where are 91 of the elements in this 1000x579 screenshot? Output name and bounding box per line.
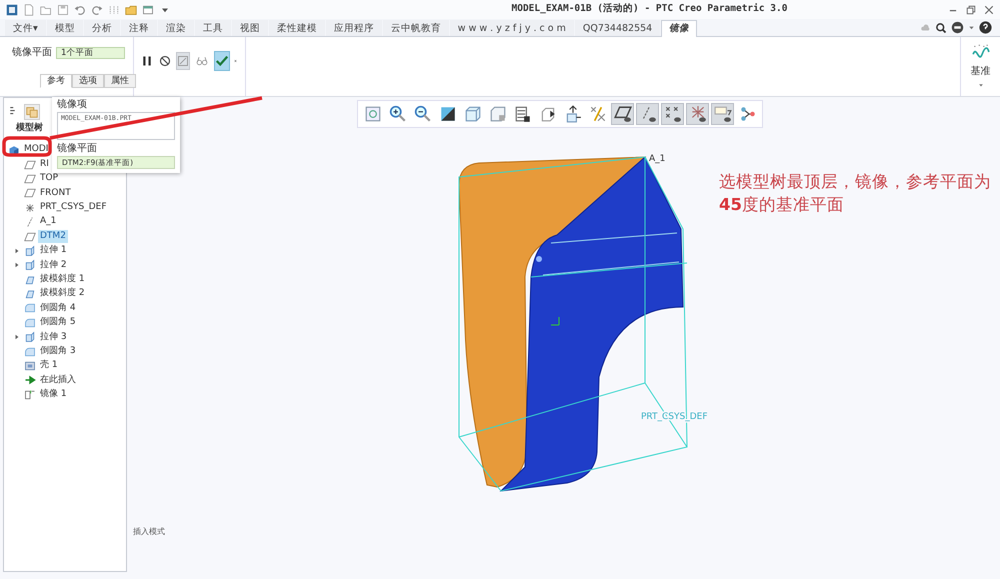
glasses-icon[interactable] bbox=[195, 55, 209, 67]
insert-arrow-icon bbox=[24, 374, 36, 386]
round-icon bbox=[24, 346, 36, 358]
close-icon[interactable] bbox=[984, 4, 994, 14]
datum-plane-icon bbox=[24, 230, 36, 243]
stop-icon[interactable] bbox=[159, 55, 171, 67]
tree-item[interactable]: 在此插入 bbox=[38, 374, 78, 388]
ribbon-tab[interactable]: 工具 bbox=[194, 20, 231, 36]
panel-title: 模型树 bbox=[14, 122, 43, 135]
point-display-button[interactable] bbox=[661, 103, 684, 125]
help-icon[interactable] bbox=[979, 21, 992, 34]
tree-item[interactable]: 拉伸 1 bbox=[38, 244, 69, 258]
extrude-icon bbox=[24, 331, 36, 344]
status-text: 插入模式 bbox=[133, 526, 165, 538]
round-icon bbox=[24, 316, 36, 329]
ribbon-tab[interactable]: w w w . y z f j y . c o m bbox=[450, 20, 574, 36]
ribbon-tab[interactable]: 视图 bbox=[232, 20, 268, 36]
tree-item[interactable]: TOP bbox=[38, 172, 60, 186]
tree-item[interactable]: 拉伸 2 bbox=[38, 258, 69, 272]
panel-tab[interactable]: 属性 bbox=[104, 74, 136, 88]
expand-arrow-icon[interactable] bbox=[14, 334, 20, 340]
ribbon-tab[interactable]: 云中帆教育 bbox=[382, 20, 449, 36]
mirror-plane-field[interactable]: 1个平面 bbox=[56, 46, 125, 58]
expand-arrow-icon[interactable] bbox=[14, 262, 20, 268]
ribbon-tab[interactable]: QQ734482554 bbox=[574, 20, 660, 36]
datum-plane-icon bbox=[24, 158, 36, 171]
tree-item[interactable]: FRONT bbox=[38, 186, 73, 200]
tree-item[interactable]: A_1 bbox=[38, 215, 58, 229]
part-icon bbox=[8, 144, 20, 156]
app-icon[interactable] bbox=[6, 4, 18, 16]
highlight-outline bbox=[2, 136, 52, 157]
panel-label: 镜像平面 bbox=[57, 143, 98, 154]
dropdown-arrow-icon[interactable] bbox=[968, 24, 975, 31]
axis-label: A_1 bbox=[649, 154, 666, 164]
panel-tab[interactable]: 参考 bbox=[40, 74, 72, 88]
pause-icon[interactable] bbox=[141, 55, 153, 67]
round-icon bbox=[24, 302, 36, 314]
tree-item[interactable]: 壳 1 bbox=[38, 359, 60, 373]
regenerate-icon[interactable] bbox=[108, 4, 120, 16]
datum-plane-icon bbox=[24, 172, 36, 185]
expand-arrow-icon[interactable] bbox=[14, 248, 20, 254]
redo-icon[interactable] bbox=[91, 4, 103, 16]
open-folder-icon[interactable] bbox=[40, 4, 52, 16]
panel-tab[interactable]: 选项 bbox=[72, 74, 104, 88]
ribbon-tab[interactable]: 渲染 bbox=[158, 20, 194, 36]
new-file-icon[interactable] bbox=[23, 4, 35, 16]
preview-icon[interactable] bbox=[177, 55, 189, 67]
datum-group-label: 基准 bbox=[970, 64, 990, 79]
tree-item[interactable]: 镜像 1 bbox=[38, 388, 69, 402]
field-label: 镜像平面 bbox=[12, 46, 52, 60]
extrude-icon bbox=[24, 259, 36, 272]
folder-icon[interactable] bbox=[125, 4, 137, 16]
ribbon-tab[interactable]: 模型 bbox=[46, 20, 83, 36]
windows-icon[interactable] bbox=[142, 4, 154, 16]
restore-icon[interactable] bbox=[966, 4, 976, 14]
tree-item[interactable]: MODI bbox=[22, 143, 50, 157]
draft-icon bbox=[24, 288, 36, 300]
tree-item[interactable]: 倒圆角 4 bbox=[38, 302, 78, 316]
ribbon-tab[interactable]: 镜像 bbox=[661, 20, 698, 37]
settings-icon[interactable] bbox=[951, 21, 964, 34]
tree-item[interactable]: 拉伸 3 bbox=[38, 330, 69, 344]
tree-item[interactable]: 倒圆角 3 bbox=[38, 344, 78, 358]
plane-display-button[interactable] bbox=[611, 103, 634, 125]
ribbon-tab[interactable]: 文件▾ bbox=[5, 20, 46, 36]
ribbon-tab[interactable]: 分析 bbox=[84, 20, 120, 36]
instruction-note: 选模型树最顶层，镜像，参考平面为 45度的基准平面 bbox=[719, 171, 991, 216]
datum-plane-icon bbox=[24, 187, 36, 200]
tree-item[interactable]: 拔模斜度 2 bbox=[38, 287, 87, 301]
checkmark-icon bbox=[215, 54, 229, 68]
coordinate-system-icon bbox=[24, 202, 36, 214]
ribbon-tab[interactable]: 应用程序 bbox=[326, 20, 382, 36]
search-icon[interactable] bbox=[935, 22, 947, 34]
annotation-display-button[interactable] bbox=[711, 103, 734, 125]
tree-item[interactable]: RI bbox=[38, 158, 51, 172]
mirror-icon bbox=[24, 388, 36, 401]
extrude-icon bbox=[24, 244, 36, 257]
ribbon-tab[interactable]: 柔性建模 bbox=[268, 20, 325, 36]
draft-icon bbox=[24, 274, 36, 286]
csys-display-button[interactable] bbox=[686, 103, 709, 125]
dropdown-arrow-icon[interactable] bbox=[978, 82, 984, 88]
tree-item[interactable]: 拔模斜度 1 bbox=[38, 272, 87, 286]
tree-item[interactable]: PRT_CSYS_DEF bbox=[38, 201, 109, 214]
axis-display-button[interactable] bbox=[636, 103, 659, 125]
shell-icon bbox=[24, 360, 36, 372]
panel-label: 镜像项 bbox=[57, 99, 88, 110]
tree-item[interactable]: 倒圆角 5 bbox=[38, 316, 78, 330]
tree-item[interactable]: DTM2 bbox=[38, 230, 68, 244]
ribbon-tab[interactable]: 注释 bbox=[120, 20, 157, 36]
window-title: MODEL_EXAM-01B (活动的) - PTC Creo Parametric 3.0 bbox=[510, 2, 788, 16]
confirm-button[interactable] bbox=[214, 51, 230, 71]
undo-icon[interactable] bbox=[74, 4, 86, 16]
